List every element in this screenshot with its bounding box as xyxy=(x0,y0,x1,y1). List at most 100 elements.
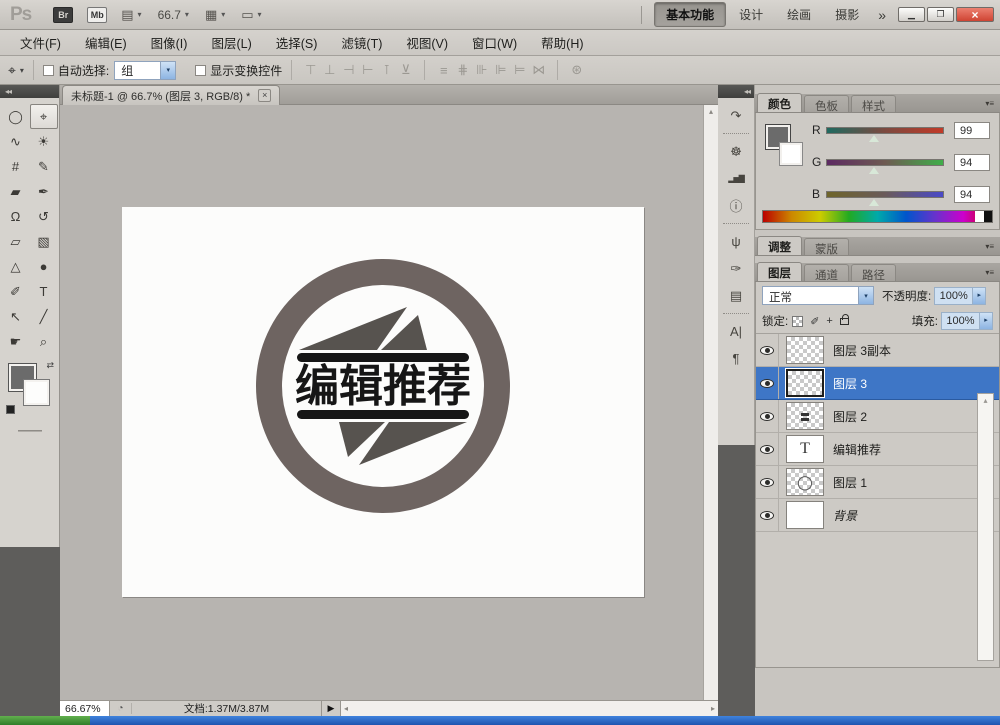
status-zoom-field[interactable]: 66.67% xyxy=(60,701,110,716)
align-middle-icon[interactable]: ⊥ xyxy=(320,62,339,78)
document-tab[interactable]: 未标题-1 @ 66.7% (图层 3, RGB/8) * × xyxy=(62,85,280,105)
vertical-scrollbar[interactable]: ▴ xyxy=(703,105,718,700)
close-button[interactable]: × xyxy=(956,7,994,22)
black-ramp-end[interactable] xyxy=(984,211,992,222)
workspace-painting[interactable]: 绘画 xyxy=(776,3,822,26)
layer-row-copy[interactable]: 图层 3副本 xyxy=(756,334,999,367)
distribute-center-icon[interactable]: ⊨ xyxy=(510,62,529,78)
layer-thumbnail[interactable] xyxy=(786,369,824,397)
scroll-left-icon[interactable]: ◂ xyxy=(344,704,348,713)
lock-all-icon[interactable] xyxy=(840,318,849,325)
red-slider-thumb[interactable] xyxy=(869,135,879,142)
layer-row[interactable]: ◯ 图层 1 xyxy=(756,466,999,499)
arrange-documents-selector[interactable]: ▦ ▾ xyxy=(205,7,225,23)
swap-colors-icon[interactable]: ⇄ xyxy=(46,360,54,371)
align-left-icon[interactable]: ⊢ xyxy=(358,62,377,78)
white-ramp-end[interactable] xyxy=(975,211,984,222)
layers-scrollbar[interactable]: ▴ xyxy=(977,393,994,661)
canvas-viewport[interactable]: 编辑推荐 xyxy=(60,105,703,700)
layer-thumbnail[interactable] xyxy=(786,336,824,364)
layer-row-background[interactable]: 背景 xyxy=(756,499,999,532)
panel-menu-icon[interactable]: ▾≡ xyxy=(979,268,1000,281)
elliptical-marquee-tool[interactable]: ◯ xyxy=(2,104,30,129)
menu-edit[interactable]: 编辑(E) xyxy=(73,29,139,56)
layer-row-text[interactable]: T 编辑推荐 xyxy=(756,433,999,466)
scroll-right-icon[interactable]: ▸ xyxy=(711,704,715,713)
brush-tool[interactable]: ✒ xyxy=(30,179,58,204)
distribute-bottom-icon[interactable]: ⊪ xyxy=(472,62,491,78)
default-colors-icon[interactable] xyxy=(6,405,15,414)
visibility-cell[interactable] xyxy=(756,466,779,498)
menu-help[interactable]: 帮助(H) xyxy=(529,29,595,56)
show-transform-checkbox[interactable] xyxy=(195,65,206,76)
menu-window[interactable]: 窗口(W) xyxy=(460,29,529,56)
tab-swatches[interactable]: 色板 xyxy=(804,95,849,112)
lock-pixels-icon[interactable]: ✐ xyxy=(810,315,819,328)
type-tool[interactable]: T xyxy=(30,279,58,304)
align-top-icon[interactable]: ⊤ xyxy=(301,62,320,78)
blur-tool[interactable]: △ xyxy=(2,254,30,279)
hand-tool[interactable]: ☛ xyxy=(2,329,30,354)
scroll-up-icon[interactable]: ▴ xyxy=(704,105,718,116)
menu-layer[interactable]: 图层(L) xyxy=(199,29,263,56)
panel-menu-icon[interactable]: ▾≡ xyxy=(979,242,1000,255)
crop-tool[interactable]: # xyxy=(2,154,30,179)
menu-file[interactable]: 文件(F) xyxy=(8,29,73,56)
lock-transparency-icon[interactable] xyxy=(792,316,803,327)
green-slider[interactable] xyxy=(826,159,944,166)
bridge-button[interactable]: Br xyxy=(53,7,73,23)
color-spectrum-ramp[interactable] xyxy=(762,210,993,223)
layer-thumbnail[interactable]: 〓 xyxy=(786,402,824,430)
auto-select-checkbox[interactable] xyxy=(43,65,54,76)
line-tool[interactable]: ╱ xyxy=(30,304,58,329)
magic-wand-tool[interactable]: ☀ xyxy=(30,129,58,154)
eraser-tool[interactable]: ▱ xyxy=(2,229,30,254)
blend-mode-dropdown[interactable]: 正常 ▾ xyxy=(762,286,874,305)
opacity-field[interactable]: 100% ▸ xyxy=(934,287,986,305)
visibility-cell[interactable] xyxy=(756,433,779,465)
zoom-tool[interactable]: ⌕ xyxy=(30,329,58,354)
blue-value-field[interactable]: 94 xyxy=(954,186,990,203)
document-canvas[interactable]: 编辑推荐 xyxy=(122,207,644,597)
background-color-swatch[interactable] xyxy=(24,380,49,405)
menu-view[interactable]: 视图(V) xyxy=(394,29,460,56)
background-color-swatch[interactable] xyxy=(780,143,802,165)
paragraph-panel-icon[interactable]: ¶ xyxy=(718,345,754,372)
red-slider[interactable] xyxy=(826,127,944,134)
lasso-tool[interactable]: ∿ xyxy=(2,129,30,154)
tab-styles[interactable]: 样式 xyxy=(851,95,896,112)
workspace-essentials[interactable]: 基本功能 xyxy=(654,2,726,27)
pen-tool[interactable]: ✐ xyxy=(2,279,30,304)
clone-stamp-tool[interactable]: Ω xyxy=(2,204,30,229)
layer-name[interactable]: 图层 3副本 xyxy=(833,342,891,359)
eye-icon[interactable] xyxy=(760,412,774,421)
layer-name[interactable]: 编辑推荐 xyxy=(833,441,881,458)
screen-mode-selector[interactable]: ▭ ▾ xyxy=(241,7,261,23)
chevron-down-icon[interactable]: ▾ xyxy=(20,66,24,75)
auto-select-dropdown[interactable]: 组 ▾ xyxy=(114,61,176,80)
text-layer-thumbnail[interactable]: T xyxy=(786,435,824,463)
horizontal-scrollbar[interactable]: ◂ ▸ xyxy=(340,701,718,716)
panel-menu-icon[interactable]: ▾≡ xyxy=(979,99,1000,112)
layout-selector[interactable]: ▤ ▾ xyxy=(121,7,141,23)
path-selection-tool[interactable]: ↖ xyxy=(2,304,30,329)
green-value-field[interactable]: 94 xyxy=(954,154,990,171)
green-slider-thumb[interactable] xyxy=(869,167,879,174)
visibility-cell[interactable] xyxy=(756,367,779,399)
visibility-cell[interactable] xyxy=(756,499,779,531)
clone-source-icon[interactable]: ψ xyxy=(718,228,754,255)
workspace-overflow-button[interactable]: » xyxy=(878,7,886,23)
menu-filter[interactable]: 滤镜(T) xyxy=(329,29,394,56)
distribute-right-icon[interactable]: ⋈ xyxy=(529,62,548,78)
mini-bridge-button[interactable]: Mb xyxy=(87,7,107,23)
fill-field[interactable]: 100% ▸ xyxy=(941,312,993,330)
eye-icon[interactable] xyxy=(760,379,774,388)
close-icon[interactable]: × xyxy=(258,89,271,102)
eyedropper-tool[interactable]: ✎ xyxy=(30,154,58,179)
tab-paths[interactable]: 路径 xyxy=(851,264,896,281)
eye-icon[interactable] xyxy=(760,511,774,520)
auto-align-icon[interactable]: ⊛ xyxy=(567,62,586,78)
tab-channels[interactable]: 通道 xyxy=(804,264,849,281)
layer-thumbnail[interactable]: ◯ xyxy=(786,468,824,496)
eye-icon[interactable] xyxy=(760,445,774,454)
